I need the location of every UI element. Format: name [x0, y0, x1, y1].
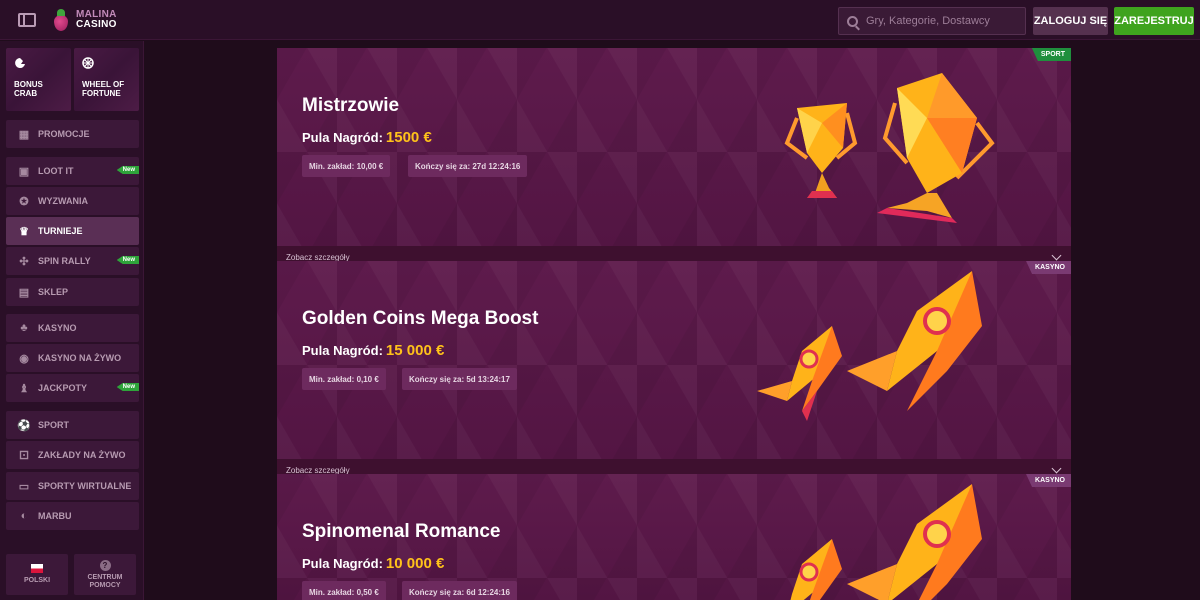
login-button[interactable]: ZALOGUJ SIĘ	[1033, 7, 1108, 35]
marbu-icon: ◐	[20, 510, 28, 522]
live-bet-icon: ⚀	[19, 449, 29, 462]
sidebar-item-label: KASYNO	[38, 323, 77, 333]
sidebar-item-zaklady-na-zywo[interactable]: ⚀ ZAKŁADY NA ŻYWO	[6, 441, 139, 469]
sidebar-item-label: JACKPOTY	[38, 383, 88, 393]
logo-text: MALINA CASINO	[76, 8, 117, 30]
prize-label: Pula Nagród:	[302, 556, 383, 571]
sidebar-item-jackpoty[interactable]: ♝ JACKPOTY New	[6, 374, 139, 402]
sidebar-item-label: SKLEP	[38, 287, 69, 297]
prize-amount: 15 000 €	[385, 342, 445, 359]
sidebar-item-spin-rally[interactable]: ✣ SPIN RALLY New	[6, 247, 139, 275]
loot-box-icon: ▣	[18, 165, 30, 178]
virtual-sport-icon: ▭	[18, 480, 30, 493]
medal-icon: ✪	[19, 195, 29, 208]
help-center-label: CENTRUM POMOCY	[87, 573, 123, 589]
sidebar-item-wyzwania[interactable]: ✪ WYZWANIA	[6, 187, 139, 215]
prize-pool: Pula Nagród: 1500 €	[302, 129, 432, 146]
promo-tile-bonus-crab[interactable]: BONUS CRAB	[6, 48, 71, 111]
new-badge: New	[116, 256, 139, 264]
tournament-title: Golden Coins Mega Boost	[302, 308, 539, 329]
tournament-title: Mistrzowie	[302, 95, 400, 116]
sidebar-toggle-icon[interactable]	[18, 12, 36, 27]
trophy-icon: ♛	[19, 225, 29, 238]
trophies-icon	[784, 73, 995, 223]
ends-in-chip: Kończy się za: 5d 13:24:17	[402, 368, 517, 390]
shop-icon: ▤	[18, 286, 30, 299]
tournament-card[interactable]: KASYNO Golden Coins Mega Boost Pula Nagr…	[277, 261, 1071, 482]
search-icon	[847, 15, 858, 27]
prize-label: Pula Nagród:	[302, 343, 383, 358]
tournament-card[interactable]: SPORT Mistrzowie Pula Nagród: 1500 € Min.…	[277, 48, 1071, 269]
prize-label: Pula Nagród:	[302, 130, 383, 145]
sidebar-item-turnieje[interactable]: ♛ TURNIEJE	[6, 217, 139, 245]
sidebar-item-label: KASYNO NA ŻYWO	[38, 353, 122, 363]
sidebar-item-label: SPORTY WIRTUALNE	[38, 481, 132, 491]
sidebar-item-kasyno-na-zywo[interactable]: ◉ KASYNO NA ŻYWO	[6, 344, 139, 372]
promo-tile-label: BONUS CRAB	[14, 80, 43, 98]
spin-rally-icon: ✣	[19, 255, 29, 268]
sidebar-item-promocje[interactable]: ▦ PROMOCJE	[6, 120, 139, 148]
poland-flag-icon	[31, 564, 43, 573]
sidebar-item-label: SPORT	[38, 420, 70, 430]
crab-icon	[15, 58, 25, 68]
sidebar-item-label: TURNIEJE	[38, 226, 83, 236]
tournament-card[interactable]: KASYNO Spinomenal Romance Pula Nagród: 10…	[277, 474, 1071, 600]
ends-in-chip: Kończy się za: 6d 12:24:16	[402, 581, 517, 600]
wheel-icon	[82, 57, 94, 69]
chevron-down-icon	[1051, 463, 1062, 474]
sidebar-item-label: LOOT IT	[38, 166, 74, 176]
gift-icon: ▦	[18, 128, 30, 141]
category-tag: KASYNO	[1026, 474, 1071, 487]
category-tag: KASYNO	[1026, 261, 1071, 274]
logo-line1: MALINA	[76, 8, 117, 20]
sidebar-item-loot-it[interactable]: ▣ LOOT IT New	[6, 157, 139, 185]
cherries-icon: ♣	[20, 322, 28, 334]
language-selector[interactable]: POLSKI	[6, 554, 68, 595]
sidebar: BONUS CRAB WHEEL OF FORTUNE ▦ PROMOCJE ▣…	[0, 41, 144, 600]
raspberry-logo-icon	[52, 8, 70, 31]
language-label: POLSKI	[23, 577, 51, 584]
search-box[interactable]	[838, 7, 1026, 35]
category-tag: SPORT	[1031, 48, 1071, 61]
sidebar-item-label: WYZWANIA	[38, 196, 88, 206]
sidebar-item-label: MARBU	[38, 511, 72, 521]
register-button[interactable]: ZAREJESTRUJ	[1114, 7, 1194, 35]
min-bet-chip: Min. zakład: 0,50 €	[302, 581, 386, 600]
logo-line2: CASINO	[76, 18, 117, 30]
sidebar-item-marbu[interactable]: ◐ MARBU	[6, 502, 139, 530]
prize-pool: Pula Nagród: 15 000 €	[302, 342, 444, 359]
prize-amount: 1500 €	[385, 129, 432, 146]
new-badge: New	[116, 383, 139, 391]
sidebar-item-label: ZAKŁADY NA ŻYWO	[38, 450, 126, 460]
main-content: SPORT Mistrzowie Pula Nagród: 1500 € Min.…	[144, 41, 1200, 600]
min-bet-chip: Min. zakład: 0,10 €	[302, 368, 386, 390]
promo-tile-wheel-of-fortune[interactable]: WHEEL OF FORTUNE	[74, 48, 139, 111]
sidebar-item-sport[interactable]: ⚽ SPORT	[6, 411, 139, 439]
prize-amount: 10 000 €	[385, 555, 445, 572]
top-header: MALINA CASINO ZALOGUJ SIĘ ZAREJESTRUJ	[0, 0, 1200, 40]
rockets-icon	[790, 484, 982, 600]
jackpot-icon: ♝	[19, 382, 29, 395]
tournament-title: Spinomenal Romance	[302, 521, 501, 542]
chevron-down-icon	[1051, 250, 1062, 261]
prize-pool: Pula Nagród: 10 000 €	[302, 555, 444, 572]
new-badge: New	[116, 166, 139, 174]
help-icon: ?	[99, 559, 111, 571]
roulette-icon: ◉	[19, 352, 29, 365]
sidebar-item-label: PROMOCJE	[38, 129, 90, 139]
help-center-button[interactable]: ? CENTRUM POMOCY	[74, 554, 136, 595]
sidebar-item-sklep[interactable]: ▤ SKLEP	[6, 278, 139, 306]
rockets-icon	[757, 271, 982, 421]
logo[interactable]: MALINA CASINO	[52, 8, 117, 31]
min-bet-chip: Min. zakład: 10,00 €	[302, 155, 391, 177]
ends-in-chip: Kończy się za: 27d 12:24:16	[408, 155, 528, 177]
sidebar-item-sporty-wirtualne[interactable]: ▭ SPORTY WIRTUALNE	[6, 472, 139, 500]
search-input[interactable]	[866, 15, 1016, 27]
sidebar-item-kasyno[interactable]: ♣ KASYNO	[6, 314, 139, 342]
ball-icon: ⚽	[17, 419, 31, 432]
sidebar-item-label: SPIN RALLY	[38, 256, 91, 266]
promo-tile-label: WHEEL OF FORTUNE	[82, 80, 125, 98]
